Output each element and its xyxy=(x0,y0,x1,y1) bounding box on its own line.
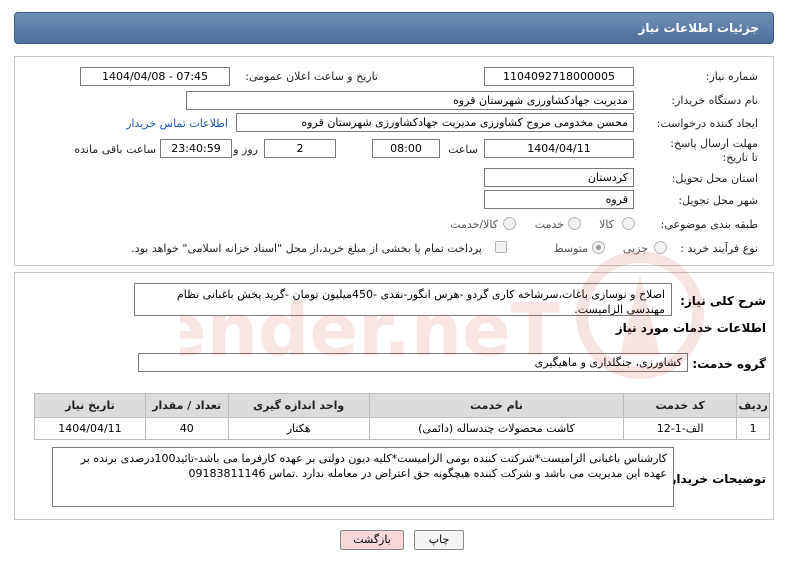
remaining-time-field[interactable]: 23:40:59 xyxy=(160,139,232,158)
page-title: جزئیات اطلاعات نیاز xyxy=(638,21,759,35)
cell-need-date: 1404/04/11 xyxy=(34,417,146,440)
creator-label: ایجاد کننده درخواست: xyxy=(656,117,758,130)
deadline-time-label: ساعت xyxy=(448,143,478,156)
category-goods-label: کالا xyxy=(599,218,614,231)
treasury-checkbox[interactable] xyxy=(495,241,507,253)
col-service-code: کد خدمت xyxy=(623,393,738,418)
category-service-label: خدمت xyxy=(534,218,564,231)
buyer-org-field[interactable]: مدیریت جهادکشاورزی شهرستان قروه xyxy=(186,91,634,110)
deadline-label: مهلت ارسال پاسخ: تا تاریخ: xyxy=(670,137,758,164)
category-goods-radio[interactable] xyxy=(622,217,635,230)
process-medium-radio[interactable] xyxy=(592,241,605,254)
days-label: روز و xyxy=(233,143,258,156)
city-field[interactable]: قروه xyxy=(484,190,634,209)
col-service-name: نام خدمت xyxy=(368,393,625,418)
remaining-time-label: ساعت باقی مانده xyxy=(74,143,156,156)
process-partial-radio[interactable] xyxy=(654,241,667,254)
summary-text[interactable]: اصلاح و نوسازی باغات،سرشاخه کاری گردو -ه… xyxy=(134,283,672,316)
announce-date-field[interactable]: 1404/04/08 - 07:45 xyxy=(80,67,230,86)
col-unit: واحد اندازه گیری xyxy=(227,393,370,418)
deadline-date-field[interactable]: 1404/04/11 xyxy=(484,139,634,158)
services-section-title: اطلاعات خدمات مورد نیاز xyxy=(615,321,766,335)
cell-quantity: 40 xyxy=(144,417,229,440)
service-group-label: گروه خدمت: xyxy=(692,357,766,371)
print-button[interactable]: چاپ xyxy=(414,530,464,550)
buyer-notes-text[interactable]: کارشناس باغبانی الزامیست*شرکتت کننده بوم… xyxy=(52,447,674,507)
col-quantity: تعداد / مقدار xyxy=(144,393,229,418)
need-number-field[interactable]: 1104092718000005 xyxy=(484,67,634,86)
buyer-org-label: نام دستگاه خریدار: xyxy=(671,94,758,107)
category-label: طبقه بندی موضوعی: xyxy=(660,218,758,231)
process-type-label: نوع فرآیند خرید : xyxy=(680,242,758,255)
deadline-time-field[interactable]: 08:00 xyxy=(372,139,440,158)
creator-field[interactable]: محسن مخدومی مروج کشاورزی مدیریت جهادکشاو… xyxy=(236,113,634,132)
process-partial-label: جزیی xyxy=(622,242,648,255)
category-both-label: کالا/خدمت xyxy=(450,218,498,231)
buyer-contact-link[interactable]: اطلاعات تماس خریدار xyxy=(126,117,228,130)
buyer-notes-label: توضیحات خریدار: xyxy=(664,472,766,486)
days-remaining-field[interactable]: 2 xyxy=(264,139,336,158)
cell-row-number: 1 xyxy=(736,417,770,440)
col-need-date: تاریخ نیاز xyxy=(34,393,146,418)
need-info-panel xyxy=(14,56,774,266)
process-medium-label: متوسط xyxy=(553,242,588,255)
category-service-radio[interactable] xyxy=(568,217,581,230)
province-label: استان محل تحویل: xyxy=(671,172,758,185)
page-header: جزئیات اطلاعات نیاز xyxy=(14,12,774,44)
table-row: 1 الف-1-12 کاشت محصولات چندساله (دائمی) … xyxy=(34,417,770,440)
cell-service-code: الف-1-12 xyxy=(623,417,738,440)
services-table: ردیف کد خدمت نام خدمت واحد اندازه گیری ت… xyxy=(34,393,770,440)
announce-date-label: تاریخ و ساعت اعلان عمومی: xyxy=(245,70,378,83)
services-table-header: ردیف کد خدمت نام خدمت واحد اندازه گیری ت… xyxy=(34,393,770,418)
cell-service-name: کاشت محصولات چندساله (دائمی) xyxy=(368,417,625,440)
need-number-label: شماره نیاز: xyxy=(705,70,758,83)
province-field[interactable]: کردستان xyxy=(484,168,634,187)
category-both-radio[interactable] xyxy=(503,217,516,230)
summary-label: شرح کلی نیاز: xyxy=(680,294,766,308)
col-row-number: ردیف xyxy=(736,393,770,418)
back-button[interactable]: بازگشت xyxy=(340,530,404,550)
service-group-field[interactable]: کشاورزی، جنگلداری و ماهیگیری xyxy=(138,353,688,372)
treasury-note: پرداخت تمام یا بخشی از مبلغ خرید،از محل … xyxy=(131,242,482,255)
cell-unit: هکتار xyxy=(227,417,370,440)
city-label: شهر محل تحویل: xyxy=(678,194,758,207)
